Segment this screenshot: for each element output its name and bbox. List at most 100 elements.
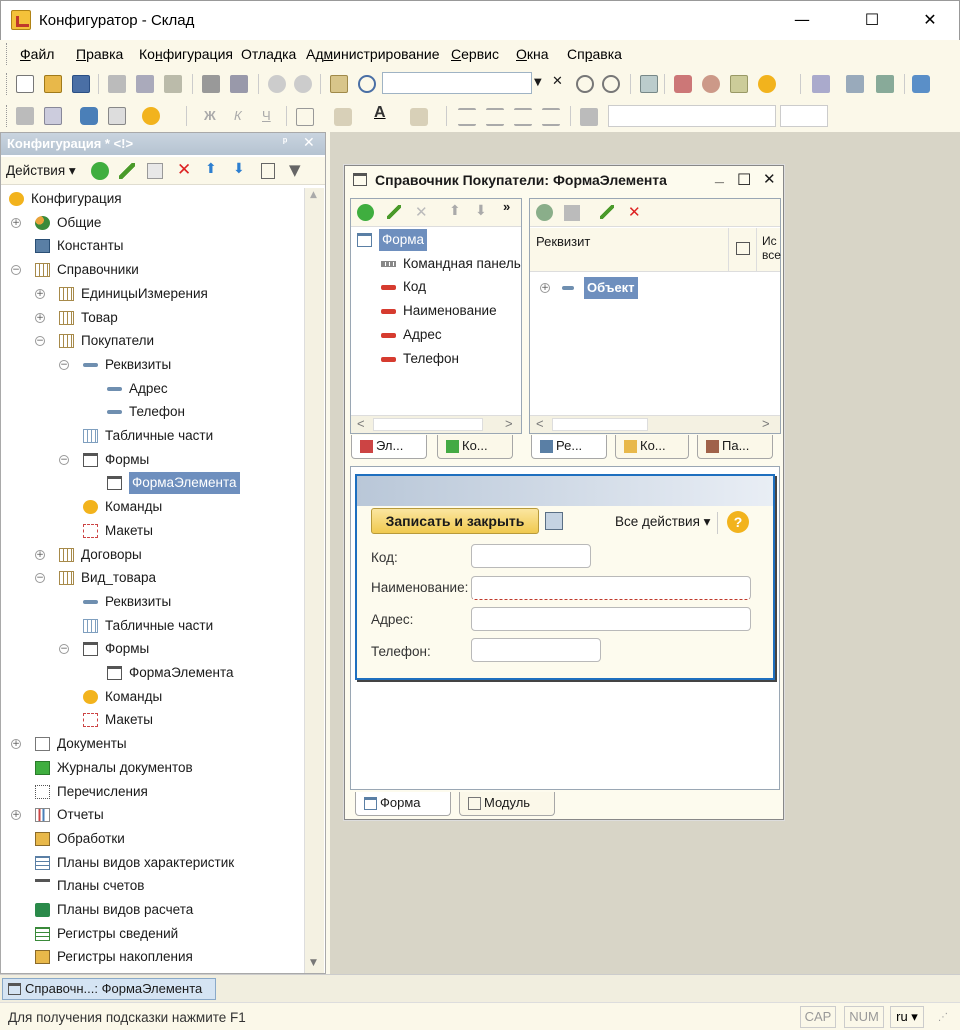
edit-icon[interactable]: [119, 163, 135, 179]
expand-icon[interactable]: +: [11, 810, 21, 821]
config-tree-icon[interactable]: [16, 107, 34, 125]
tab-commands-right[interactable]: Ко...: [615, 435, 689, 459]
highlight-icon[interactable]: [410, 108, 428, 126]
module-icon[interactable]: [44, 107, 62, 125]
search-dropdown-icon[interactable]: ▼: [534, 74, 550, 92]
tree-item[interactable]: ФормаЭлемента: [1, 472, 303, 495]
all-actions-menu[interactable]: Все действия ▾: [615, 514, 710, 530]
expand-object-icon[interactable]: +: [540, 283, 550, 293]
code-field[interactable]: [471, 544, 591, 568]
align-right-icon[interactable]: [514, 108, 532, 126]
element-item[interactable]: Наименование: [351, 300, 521, 322]
hscroll-thumb[interactable]: [373, 418, 483, 431]
element-up-icon[interactable]: ⬆: [449, 203, 461, 219]
menu-item-7[interactable]: Справка: [567, 46, 622, 62]
phone-field[interactable]: [471, 638, 601, 662]
align-center-icon[interactable]: [486, 108, 504, 126]
tree-item[interactable]: Журналы документов: [1, 757, 303, 779]
edit-element-icon[interactable]: [387, 205, 401, 219]
tree-item[interactable]: Команды: [1, 496, 303, 518]
tree-item[interactable]: Конфигурация: [1, 188, 303, 210]
attribute-row-object[interactable]: + Объект: [536, 277, 776, 299]
element-item[interactable]: Командная панель: [351, 253, 521, 275]
delete-element-icon[interactable]: ✕: [415, 203, 428, 221]
form-maximize-icon[interactable]: ☐: [737, 170, 751, 189]
tree-item[interactable]: + Договоры: [1, 544, 303, 566]
tree-item[interactable]: − Формы: [1, 638, 303, 660]
form-minimize-icon[interactable]: _: [715, 168, 724, 186]
add-icon[interactable]: [91, 162, 109, 180]
panel-close-icon[interactable]: ✕: [303, 135, 315, 151]
print-icon[interactable]: [202, 75, 220, 93]
tab-form[interactable]: Форма: [355, 792, 451, 816]
tree-item[interactable]: + Общие: [1, 212, 303, 234]
element-item[interactable]: Телефон: [351, 348, 521, 370]
add-child-icon[interactable]: [147, 163, 163, 179]
add-column-icon[interactable]: [564, 205, 580, 221]
scroll-up-icon[interactable]: ▲: [310, 190, 317, 200]
clear-search-icon[interactable]: ✕: [552, 73, 568, 91]
attributes-hscroll[interactable]: < >: [530, 415, 780, 433]
collapse-icon[interactable]: −: [59, 454, 69, 465]
collapse-icon[interactable]: −: [59, 644, 69, 655]
italic-icon[interactable]: К: [234, 108, 242, 123]
move-down-icon[interactable]: ⬇: [233, 161, 245, 177]
resize-grip-icon[interactable]: ⋰: [938, 1012, 948, 1023]
tree-item[interactable]: − Реквизиты: [1, 354, 303, 376]
help-contents-icon[interactable]: [702, 75, 720, 93]
tab-commands[interactable]: Ко...: [437, 435, 513, 459]
merge-configurations-icon[interactable]: [846, 75, 864, 93]
print-preview-icon[interactable]: [230, 75, 248, 93]
tree-item[interactable]: − Покупатели: [1, 330, 303, 352]
tree-item[interactable]: + Отчеты: [1, 804, 303, 826]
elements-hscroll[interactable]: < >: [351, 415, 521, 433]
element-item[interactable]: Адрес: [351, 324, 521, 346]
bold-icon[interactable]: Ж: [204, 108, 216, 123]
update-config-icon[interactable]: [876, 75, 894, 93]
paste-icon[interactable]: [164, 75, 182, 93]
syntax-helper-icon[interactable]: [674, 75, 692, 93]
tree-item[interactable]: Планы счетов: [1, 875, 303, 897]
element-down-icon[interactable]: ⬇: [475, 203, 487, 219]
tree-item[interactable]: + Документы: [1, 733, 303, 755]
border-icon[interactable]: [296, 108, 314, 126]
tree-item[interactable]: Планы видов характеристик: [1, 852, 303, 874]
taskbar-item-form[interactable]: Справочн...: ФормаЭлемента: [2, 978, 216, 1000]
menu-item-3[interactable]: Отладка: [241, 46, 296, 62]
scroll-down-icon[interactable]: ▼: [310, 958, 317, 968]
font-color-icon[interactable]: A: [374, 104, 386, 122]
notes-icon[interactable]: [730, 75, 748, 93]
tree-item[interactable]: Макеты: [1, 709, 303, 731]
search-icon[interactable]: [358, 75, 376, 93]
address-field[interactable]: [471, 607, 751, 631]
undo-icon[interactable]: [268, 75, 286, 93]
scroll-left-icon[interactable]: <: [536, 416, 544, 431]
new-file-icon[interactable]: [16, 75, 34, 93]
tree-item[interactable]: − Формы: [1, 449, 303, 471]
info-icon[interactable]: [758, 75, 776, 93]
tab-module[interactable]: Модуль: [459, 792, 555, 816]
add-element-icon[interactable]: [357, 204, 374, 221]
tree-item[interactable]: Константы: [1, 235, 303, 257]
menu-item-4[interactable]: Администрирование: [306, 46, 440, 62]
tab-attributes[interactable]: Ре...: [531, 435, 607, 459]
cut-icon[interactable]: [108, 75, 126, 93]
name-field[interactable]: [471, 576, 751, 600]
collapse-icon[interactable]: −: [59, 359, 69, 370]
tree-item[interactable]: Реквизиты: [1, 591, 303, 613]
collapse-icon[interactable]: −: [35, 573, 45, 584]
database-update-icon[interactable]: [912, 75, 930, 93]
form-close-icon[interactable]: ✕: [763, 170, 776, 188]
compare-configurations-icon[interactable]: [812, 75, 830, 93]
scroll-right-icon[interactable]: >: [505, 416, 513, 431]
maximize-button[interactable]: ☐: [849, 1, 895, 41]
tree-item[interactable]: Макеты: [1, 520, 303, 542]
tree-item[interactable]: ФормаЭлемента: [1, 662, 303, 684]
tree-item[interactable]: Регистры накопления: [1, 946, 303, 968]
database-icon[interactable]: [80, 107, 98, 125]
element-item[interactable]: Код: [351, 276, 521, 298]
fill-color-icon[interactable]: [334, 108, 352, 126]
collapse-icon[interactable]: −: [35, 336, 45, 347]
tree-item[interactable]: + ЕдиницыИзмерения: [1, 283, 303, 305]
more-icon[interactable]: »: [503, 199, 510, 214]
